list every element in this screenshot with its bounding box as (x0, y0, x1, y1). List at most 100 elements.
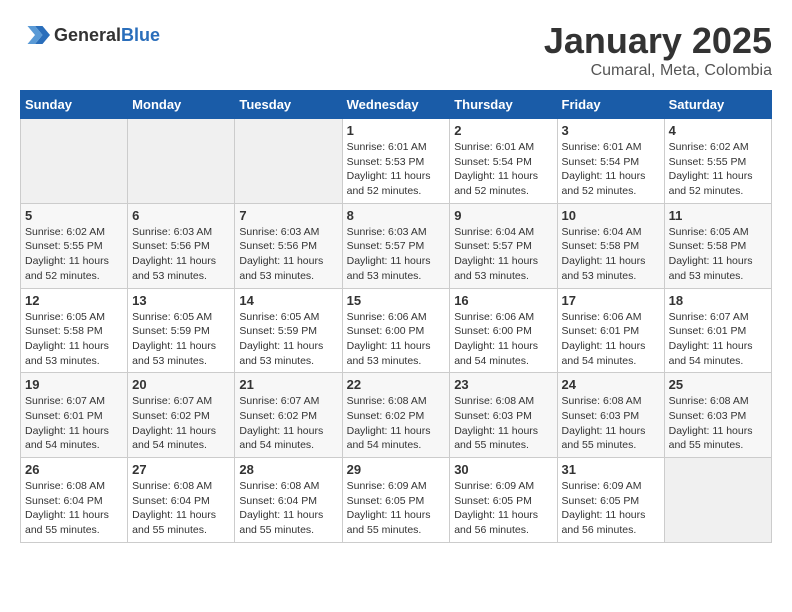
calendar-cell: 12 Sunrise: 6:05 AM Sunset: 5:58 PM Dayli… (21, 288, 128, 373)
calendar-cell: 14 Sunrise: 6:05 AM Sunset: 5:59 PM Dayli… (235, 288, 342, 373)
day-number: 17 (562, 293, 660, 308)
day-number: 21 (239, 377, 337, 392)
calendar-cell: 30Sunrise: 6:09 AM Sunset: 6:05 PM Dayli… (450, 458, 557, 543)
day-number: 5 (25, 208, 123, 223)
calendar-cell: 25Sunrise: 6:08 AM Sunset: 6:03 PM Dayli… (664, 373, 771, 458)
day-number: 24 (562, 377, 660, 392)
day-number: 23 (454, 377, 552, 392)
calendar-cell (235, 119, 342, 204)
day-number: 10 (562, 208, 660, 223)
calendar-week-0: 1 Sunrise: 6:01 AM Sunset: 5:53 PM Daylig… (21, 119, 772, 204)
day-info: Sunrise: 6:03 AM Sunset: 5:57 PM Dayligh… (347, 225, 446, 284)
day-number: 16 (454, 293, 552, 308)
day-info: Sunrise: 6:08 AM Sunset: 6:02 PM Dayligh… (347, 394, 446, 453)
calendar-cell: 27Sunrise: 6:08 AM Sunset: 6:04 PM Dayli… (128, 458, 235, 543)
day-number: 9 (454, 208, 552, 223)
day-number: 18 (669, 293, 767, 308)
location: Cumaral, Meta, Colombia (544, 62, 772, 80)
day-info: Sunrise: 6:07 AM Sunset: 6:01 PM Dayligh… (25, 394, 123, 453)
calendar-cell: 28 Sunrise: 6:08 AM Sunset: 6:04 PM Dayli… (235, 458, 342, 543)
calendar-cell (128, 119, 235, 204)
weekday-header-tuesday: Tuesday (235, 91, 342, 119)
calendar-cell: 31 Sunrise: 6:09 AM Sunset: 6:05 PM Dayli… (557, 458, 664, 543)
day-number: 26 (25, 462, 123, 477)
day-info: Sunrise: 6:08 AM Sunset: 6:04 PM Dayligh… (132, 479, 230, 538)
calendar-cell (664, 458, 771, 543)
day-number: 11 (669, 208, 767, 223)
calendar-cell: 18 Sunrise: 6:07 AM Sunset: 6:01 PM Dayli… (664, 288, 771, 373)
month-title: January 2025 (544, 20, 772, 62)
day-info: Sunrise: 6:05 AM Sunset: 5:58 PM Dayligh… (25, 310, 123, 369)
day-info: Sunrise: 6:02 AM Sunset: 5:55 PM Dayligh… (669, 140, 767, 199)
day-number: 20 (132, 377, 230, 392)
day-number: 31 (562, 462, 660, 477)
day-info: Sunrise: 6:08 AM Sunset: 6:04 PM Dayligh… (239, 479, 337, 538)
calendar-cell: 13 Sunrise: 6:05 AM Sunset: 5:59 PM Dayli… (128, 288, 235, 373)
day-info: Sunrise: 6:05 AM Sunset: 5:58 PM Dayligh… (669, 225, 767, 284)
day-info: Sunrise: 6:08 AM Sunset: 6:03 PM Dayligh… (562, 394, 660, 453)
calendar-cell: 10Sunrise: 6:04 AM Sunset: 5:58 PM Dayli… (557, 203, 664, 288)
day-info: Sunrise: 6:02 AM Sunset: 5:55 PM Dayligh… (25, 225, 123, 284)
page-header: GeneralBlue January 2025 Cumaral, Meta, … (20, 20, 772, 80)
calendar-cell: 5 Sunrise: 6:02 AM Sunset: 5:55 PM Daylig… (21, 203, 128, 288)
calendar-cell: 6 Sunrise: 6:03 AM Sunset: 5:56 PM Daylig… (128, 203, 235, 288)
day-info: Sunrise: 6:08 AM Sunset: 6:03 PM Dayligh… (454, 394, 552, 453)
day-info: Sunrise: 6:03 AM Sunset: 5:56 PM Dayligh… (239, 225, 337, 284)
calendar-week-2: 12 Sunrise: 6:05 AM Sunset: 5:58 PM Dayli… (21, 288, 772, 373)
calendar-cell: 29 Sunrise: 6:09 AM Sunset: 6:05 PM Dayli… (342, 458, 450, 543)
calendar-cell: 1 Sunrise: 6:01 AM Sunset: 5:53 PM Daylig… (342, 119, 450, 204)
day-number: 22 (347, 377, 446, 392)
calendar-cell: 4 Sunrise: 6:02 AM Sunset: 5:55 PM Daylig… (664, 119, 771, 204)
calendar-cell: 19 Sunrise: 6:07 AM Sunset: 6:01 PM Dayli… (21, 373, 128, 458)
calendar-header-row: SundayMondayTuesdayWednesdayThursdayFrid… (21, 91, 772, 119)
calendar-cell: 21Sunrise: 6:07 AM Sunset: 6:02 PM Dayli… (235, 373, 342, 458)
calendar-cell: 24 Sunrise: 6:08 AM Sunset: 6:03 PM Dayli… (557, 373, 664, 458)
calendar-cell: 22 Sunrise: 6:08 AM Sunset: 6:02 PM Dayli… (342, 373, 450, 458)
day-info: Sunrise: 6:08 AM Sunset: 6:04 PM Dayligh… (25, 479, 123, 538)
calendar-week-1: 5 Sunrise: 6:02 AM Sunset: 5:55 PM Daylig… (21, 203, 772, 288)
day-info: Sunrise: 6:09 AM Sunset: 6:05 PM Dayligh… (562, 479, 660, 538)
day-info: Sunrise: 6:07 AM Sunset: 6:01 PM Dayligh… (669, 310, 767, 369)
day-info: Sunrise: 6:09 AM Sunset: 6:05 PM Dayligh… (347, 479, 446, 538)
logo-icon (20, 20, 50, 50)
calendar-cell: 17 Sunrise: 6:06 AM Sunset: 6:01 PM Dayli… (557, 288, 664, 373)
day-info: Sunrise: 6:05 AM Sunset: 5:59 PM Dayligh… (132, 310, 230, 369)
calendar-cell: 2Sunrise: 6:01 AM Sunset: 5:54 PM Daylig… (450, 119, 557, 204)
calendar-cell: 8Sunrise: 6:03 AM Sunset: 5:57 PM Daylig… (342, 203, 450, 288)
day-number: 4 (669, 123, 767, 138)
day-number: 14 (239, 293, 337, 308)
day-number: 3 (562, 123, 660, 138)
day-number: 6 (132, 208, 230, 223)
weekday-header-saturday: Saturday (664, 91, 771, 119)
day-info: Sunrise: 6:06 AM Sunset: 6:00 PM Dayligh… (347, 310, 446, 369)
day-number: 28 (239, 462, 337, 477)
day-number: 19 (25, 377, 123, 392)
calendar-cell: 20 Sunrise: 6:07 AM Sunset: 6:02 PM Dayli… (128, 373, 235, 458)
day-number: 1 (347, 123, 446, 138)
logo-text-general: General (54, 25, 121, 45)
day-info: Sunrise: 6:03 AM Sunset: 5:56 PM Dayligh… (132, 225, 230, 284)
day-info: Sunrise: 6:07 AM Sunset: 6:02 PM Dayligh… (132, 394, 230, 453)
day-info: Sunrise: 6:04 AM Sunset: 5:57 PM Dayligh… (454, 225, 552, 284)
day-number: 29 (347, 462, 446, 477)
day-info: Sunrise: 6:01 AM Sunset: 5:53 PM Dayligh… (347, 140, 446, 199)
weekday-header-friday: Friday (557, 91, 664, 119)
day-number: 13 (132, 293, 230, 308)
logo-text-blue: Blue (121, 25, 160, 45)
calendar-week-3: 19 Sunrise: 6:07 AM Sunset: 6:01 PM Dayli… (21, 373, 772, 458)
day-info: Sunrise: 6:06 AM Sunset: 6:01 PM Dayligh… (562, 310, 660, 369)
calendar-cell: 3 Sunrise: 6:01 AM Sunset: 5:54 PM Daylig… (557, 119, 664, 204)
day-info: Sunrise: 6:08 AM Sunset: 6:03 PM Dayligh… (669, 394, 767, 453)
calendar-table: SundayMondayTuesdayWednesdayThursdayFrid… (20, 90, 772, 543)
calendar-cell (21, 119, 128, 204)
calendar-cell: 15Sunrise: 6:06 AM Sunset: 6:00 PM Dayli… (342, 288, 450, 373)
calendar-cell: 7Sunrise: 6:03 AM Sunset: 5:56 PM Daylig… (235, 203, 342, 288)
logo: GeneralBlue (20, 20, 160, 50)
day-info: Sunrise: 6:05 AM Sunset: 5:59 PM Dayligh… (239, 310, 337, 369)
day-info: Sunrise: 6:01 AM Sunset: 5:54 PM Dayligh… (562, 140, 660, 199)
day-number: 2 (454, 123, 552, 138)
calendar-cell: 23 Sunrise: 6:08 AM Sunset: 6:03 PM Dayli… (450, 373, 557, 458)
weekday-header-thursday: Thursday (450, 91, 557, 119)
day-info: Sunrise: 6:09 AM Sunset: 6:05 PM Dayligh… (454, 479, 552, 538)
day-number: 12 (25, 293, 123, 308)
